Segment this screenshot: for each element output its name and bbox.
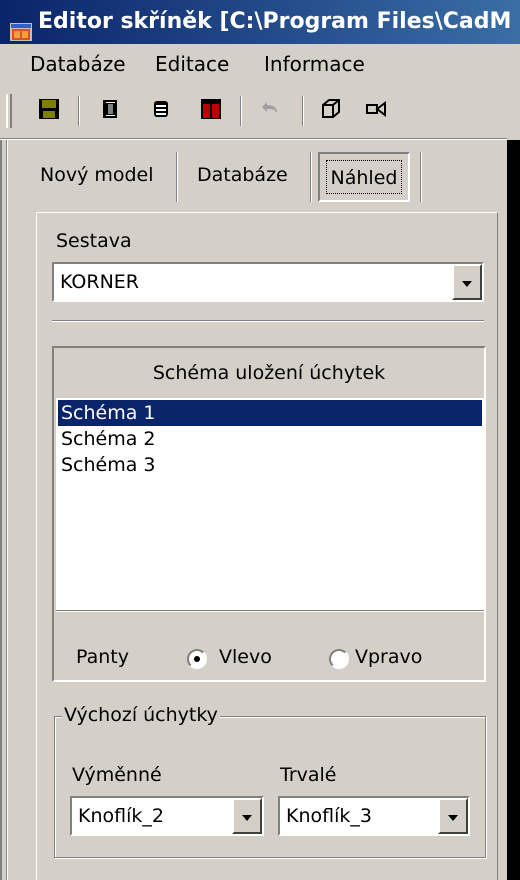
save-icon (37, 97, 61, 126)
tab-databaze-label: Databáze (197, 164, 288, 186)
list-item-label: Schéma 1 (61, 402, 156, 424)
tab-separator (420, 152, 422, 202)
delete-button[interactable] (196, 96, 226, 126)
vymenne-value: Knoflík_2 (78, 805, 164, 827)
radio-vlevo-label[interactable]: Vlevo (219, 646, 272, 668)
copy-icon (100, 98, 122, 125)
menu-editace[interactable]: Editace (155, 52, 229, 76)
tab-nahled-label: Náhled (330, 167, 398, 189)
schema-list[interactable]: Schéma 1 Schéma 2 Schéma 3 (56, 398, 484, 610)
menu-informace[interactable]: Informace (264, 52, 365, 76)
list-item[interactable]: Schéma 3 (58, 452, 156, 478)
chevron-down-icon (447, 805, 459, 827)
database-button[interactable] (146, 96, 176, 126)
cube-icon (319, 97, 343, 126)
radio-vlevo[interactable] (187, 649, 207, 669)
app-icon[interactable] (10, 13, 32, 41)
list-item-label: Schéma 2 (61, 428, 156, 450)
preview-panel[interactable] (507, 140, 520, 880)
menu-bar: Databáze Editace Informace (0, 44, 520, 84)
menu-editace-label: Editace (155, 52, 230, 76)
vychozi-group (54, 716, 486, 858)
window-title: Editor skříněk [C:\Program Files\CadM (38, 9, 512, 34)
menu-databaze-label: Databáze (30, 52, 126, 76)
sestava-dropdown-button[interactable] (452, 264, 482, 300)
menu-informace-label: Informace (264, 52, 365, 76)
tab-separator (176, 152, 178, 202)
sestava-value: KORNER (60, 271, 139, 293)
tab-separator (310, 152, 312, 202)
sestava-label: Sestava (56, 230, 132, 252)
vychozi-legend: Výchozí úchytky (62, 704, 220, 726)
toolbar (0, 88, 520, 132)
client-edge-inner (6, 140, 8, 880)
radio-vpravo-label[interactable]: Vpravo (355, 646, 422, 668)
undo-button[interactable] (254, 96, 284, 126)
list-item[interactable]: Schéma 2 (58, 426, 156, 452)
panel-divider (56, 610, 484, 612)
menu-databaze[interactable]: Databáze (30, 52, 126, 76)
trvale-dropdown-button[interactable] (438, 798, 468, 834)
toolbar-separator (302, 96, 304, 126)
toolbar-separator (240, 96, 242, 126)
trvale-combobox[interactable]: Knoflík_3 (278, 796, 470, 836)
tab-novy-model[interactable]: Nový model (40, 150, 154, 200)
undo-icon (257, 99, 281, 124)
radio-dot (194, 656, 200, 662)
vymenne-dropdown-button[interactable] (232, 798, 262, 834)
list-item-label: Schéma 3 (61, 454, 156, 476)
cabinet-delete-icon (199, 97, 223, 126)
vymenne-label: Výměnné (72, 764, 162, 786)
camera-button[interactable] (362, 96, 392, 126)
schema-header: Schéma uložení úchytek (152, 362, 386, 384)
tab-nahled-focus: Náhled (326, 160, 402, 194)
sestava-combobox[interactable]: KORNER (52, 262, 484, 302)
camera-icon (365, 99, 389, 124)
title-bar: Editor skříněk [C:\Program Files\CadM (0, 0, 520, 44)
tab-databaze[interactable]: Databáze (197, 150, 288, 200)
divider (52, 320, 484, 322)
client-edge (0, 140, 2, 880)
toolbar-grip[interactable] (6, 94, 12, 128)
toolbar-bottom-edge (0, 138, 507, 140)
chevron-down-icon (461, 271, 473, 293)
tab-novy-model-label: Nový model (40, 164, 154, 186)
toolbar-separator (78, 96, 80, 126)
trvale-value: Knoflík_3 (286, 805, 372, 827)
radio-vpravo[interactable] (329, 649, 349, 669)
copy-button[interactable] (96, 96, 126, 126)
database-icon (150, 98, 172, 125)
list-item[interactable]: Schéma 1 (58, 400, 482, 426)
chevron-down-icon (241, 805, 253, 827)
save-button[interactable] (34, 96, 64, 126)
trvale-label: Trvalé (280, 764, 337, 786)
panty-label: Panty (76, 646, 129, 668)
vymenne-combobox[interactable]: Knoflík_2 (70, 796, 264, 836)
3d-view-button[interactable] (316, 96, 346, 126)
tab-nahled[interactable]: Náhled (318, 152, 410, 202)
